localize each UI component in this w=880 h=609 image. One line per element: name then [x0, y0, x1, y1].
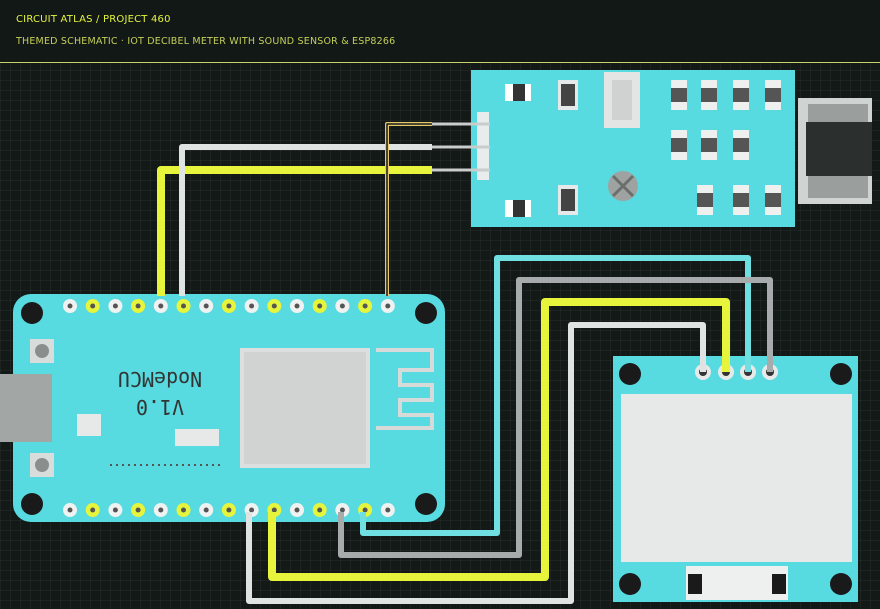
- pin-hole: [339, 507, 345, 513]
- pin-hole: [135, 303, 141, 309]
- pin-hole: [158, 303, 164, 309]
- pin-hole: [271, 507, 277, 513]
- pin-hole: [158, 507, 164, 513]
- pin-hole: [362, 507, 368, 513]
- pin-hole: [181, 303, 186, 309]
- pin-hole: [112, 303, 118, 309]
- board-version-label: V1.0: [136, 395, 184, 419]
- wire-sensor-power-yellow[interactable]: [157, 166, 432, 296]
- oled-screen: [621, 394, 852, 562]
- pin-hole: [249, 507, 255, 513]
- pin-hole: [181, 507, 186, 513]
- pin-hole: [112, 507, 118, 513]
- pin-hole: [294, 303, 300, 309]
- pin-hole: [90, 303, 96, 309]
- pin-hole: [203, 507, 209, 513]
- schematic-canvas: V1.0 NodeMCU: [0, 70, 872, 604]
- pin-hole: [385, 303, 391, 309]
- pin-hole: [317, 507, 323, 513]
- pin-hole: [226, 507, 232, 513]
- pin-hole: [317, 303, 323, 309]
- nodemcu-board[interactable]: V1.0 NodeMCU: [0, 294, 445, 522]
- oled-display-module[interactable]: [613, 356, 858, 602]
- sound-sensor-module[interactable]: [432, 70, 872, 227]
- board-name-label: NodeMCU: [118, 367, 202, 391]
- nodemcu-pcb: [13, 294, 445, 522]
- pin-hole: [135, 507, 141, 513]
- pin-hole: [362, 303, 368, 309]
- pin-hole: [271, 303, 277, 309]
- pin-hole: [203, 303, 209, 309]
- pin-hole: [226, 303, 232, 309]
- pin-hole: [67, 303, 73, 309]
- pin-hole: [385, 507, 391, 513]
- nodemcu-top-pin-row: [63, 299, 395, 313]
- pin-hole: [90, 507, 96, 513]
- nodemcu-bottom-pin-row: [63, 503, 395, 517]
- pin-hole: [294, 507, 300, 513]
- pin-hole: [249, 303, 255, 309]
- pin-hole: [67, 507, 73, 513]
- pin-hole: [339, 303, 345, 309]
- usb-port[interactable]: [0, 374, 52, 442]
